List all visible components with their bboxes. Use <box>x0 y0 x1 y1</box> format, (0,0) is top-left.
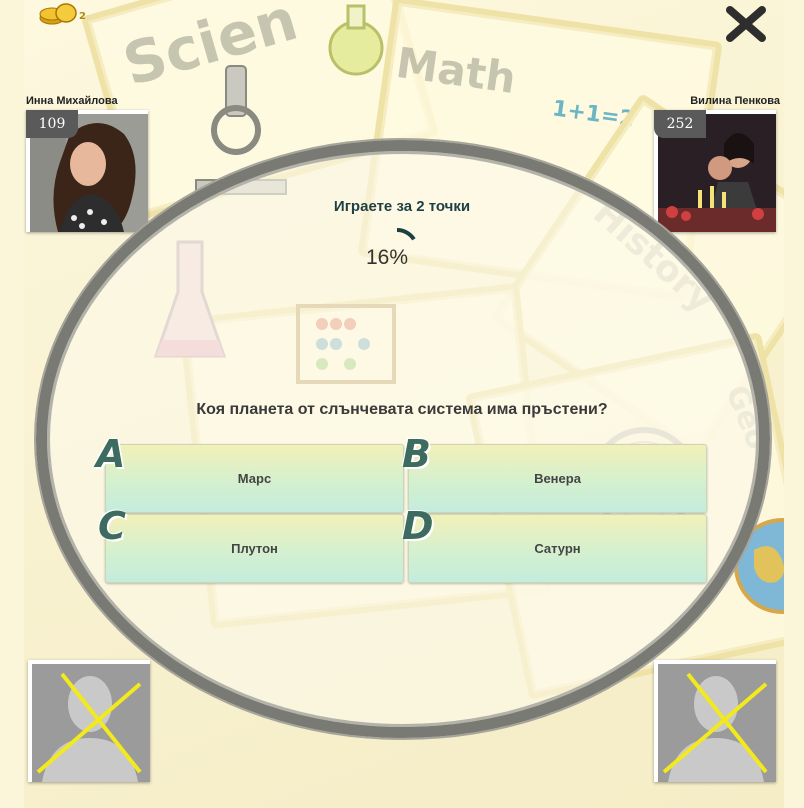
close-x-icon[interactable] <box>722 4 770 44</box>
player-right-score: 252 <box>654 110 706 138</box>
answer-b-button[interactable]: Венера <box>408 444 707 513</box>
math-card-label: Math <box>393 37 519 104</box>
player-left-score: 109 <box>26 110 78 138</box>
answer-d-letter: D <box>402 504 434 548</box>
answer-c-letter: C <box>98 504 126 548</box>
science-card-label: Scien <box>116 0 305 100</box>
answer-c-button[interactable]: Плутон <box>105 514 404 583</box>
player-right-name: Вилина Пенкова <box>690 95 780 107</box>
answer-b-text: Венера <box>534 471 581 486</box>
answer-d-button[interactable]: Сатурн <box>408 514 707 583</box>
answer-a-button[interactable]: Марс <box>105 444 404 513</box>
svg-text:2: 2 <box>79 11 86 22</box>
answer-b-letter: B <box>402 432 431 476</box>
timer-percent: 16% <box>365 246 409 269</box>
answer-c-text: Плутон <box>231 541 278 556</box>
question-text: Коя планета от слънчевата система има пр… <box>196 401 608 418</box>
answer-a-letter: A <box>96 432 126 476</box>
answer-d-text: Сатурн <box>534 541 581 556</box>
eliminated-player-left <box>28 660 150 782</box>
stake-text: Играете за 2 точки <box>333 198 471 215</box>
eliminated-player-left-icon <box>32 664 150 782</box>
eliminated-player-right-icon <box>658 664 776 782</box>
player-left-name: Инна Михайлова <box>26 95 118 107</box>
math-card-formula: 1+1=2 <box>550 96 637 133</box>
answer-a-text: Марс <box>237 471 272 486</box>
eliminated-player-right <box>654 660 776 782</box>
gold-coins-icon: 2 <box>39 3 86 25</box>
